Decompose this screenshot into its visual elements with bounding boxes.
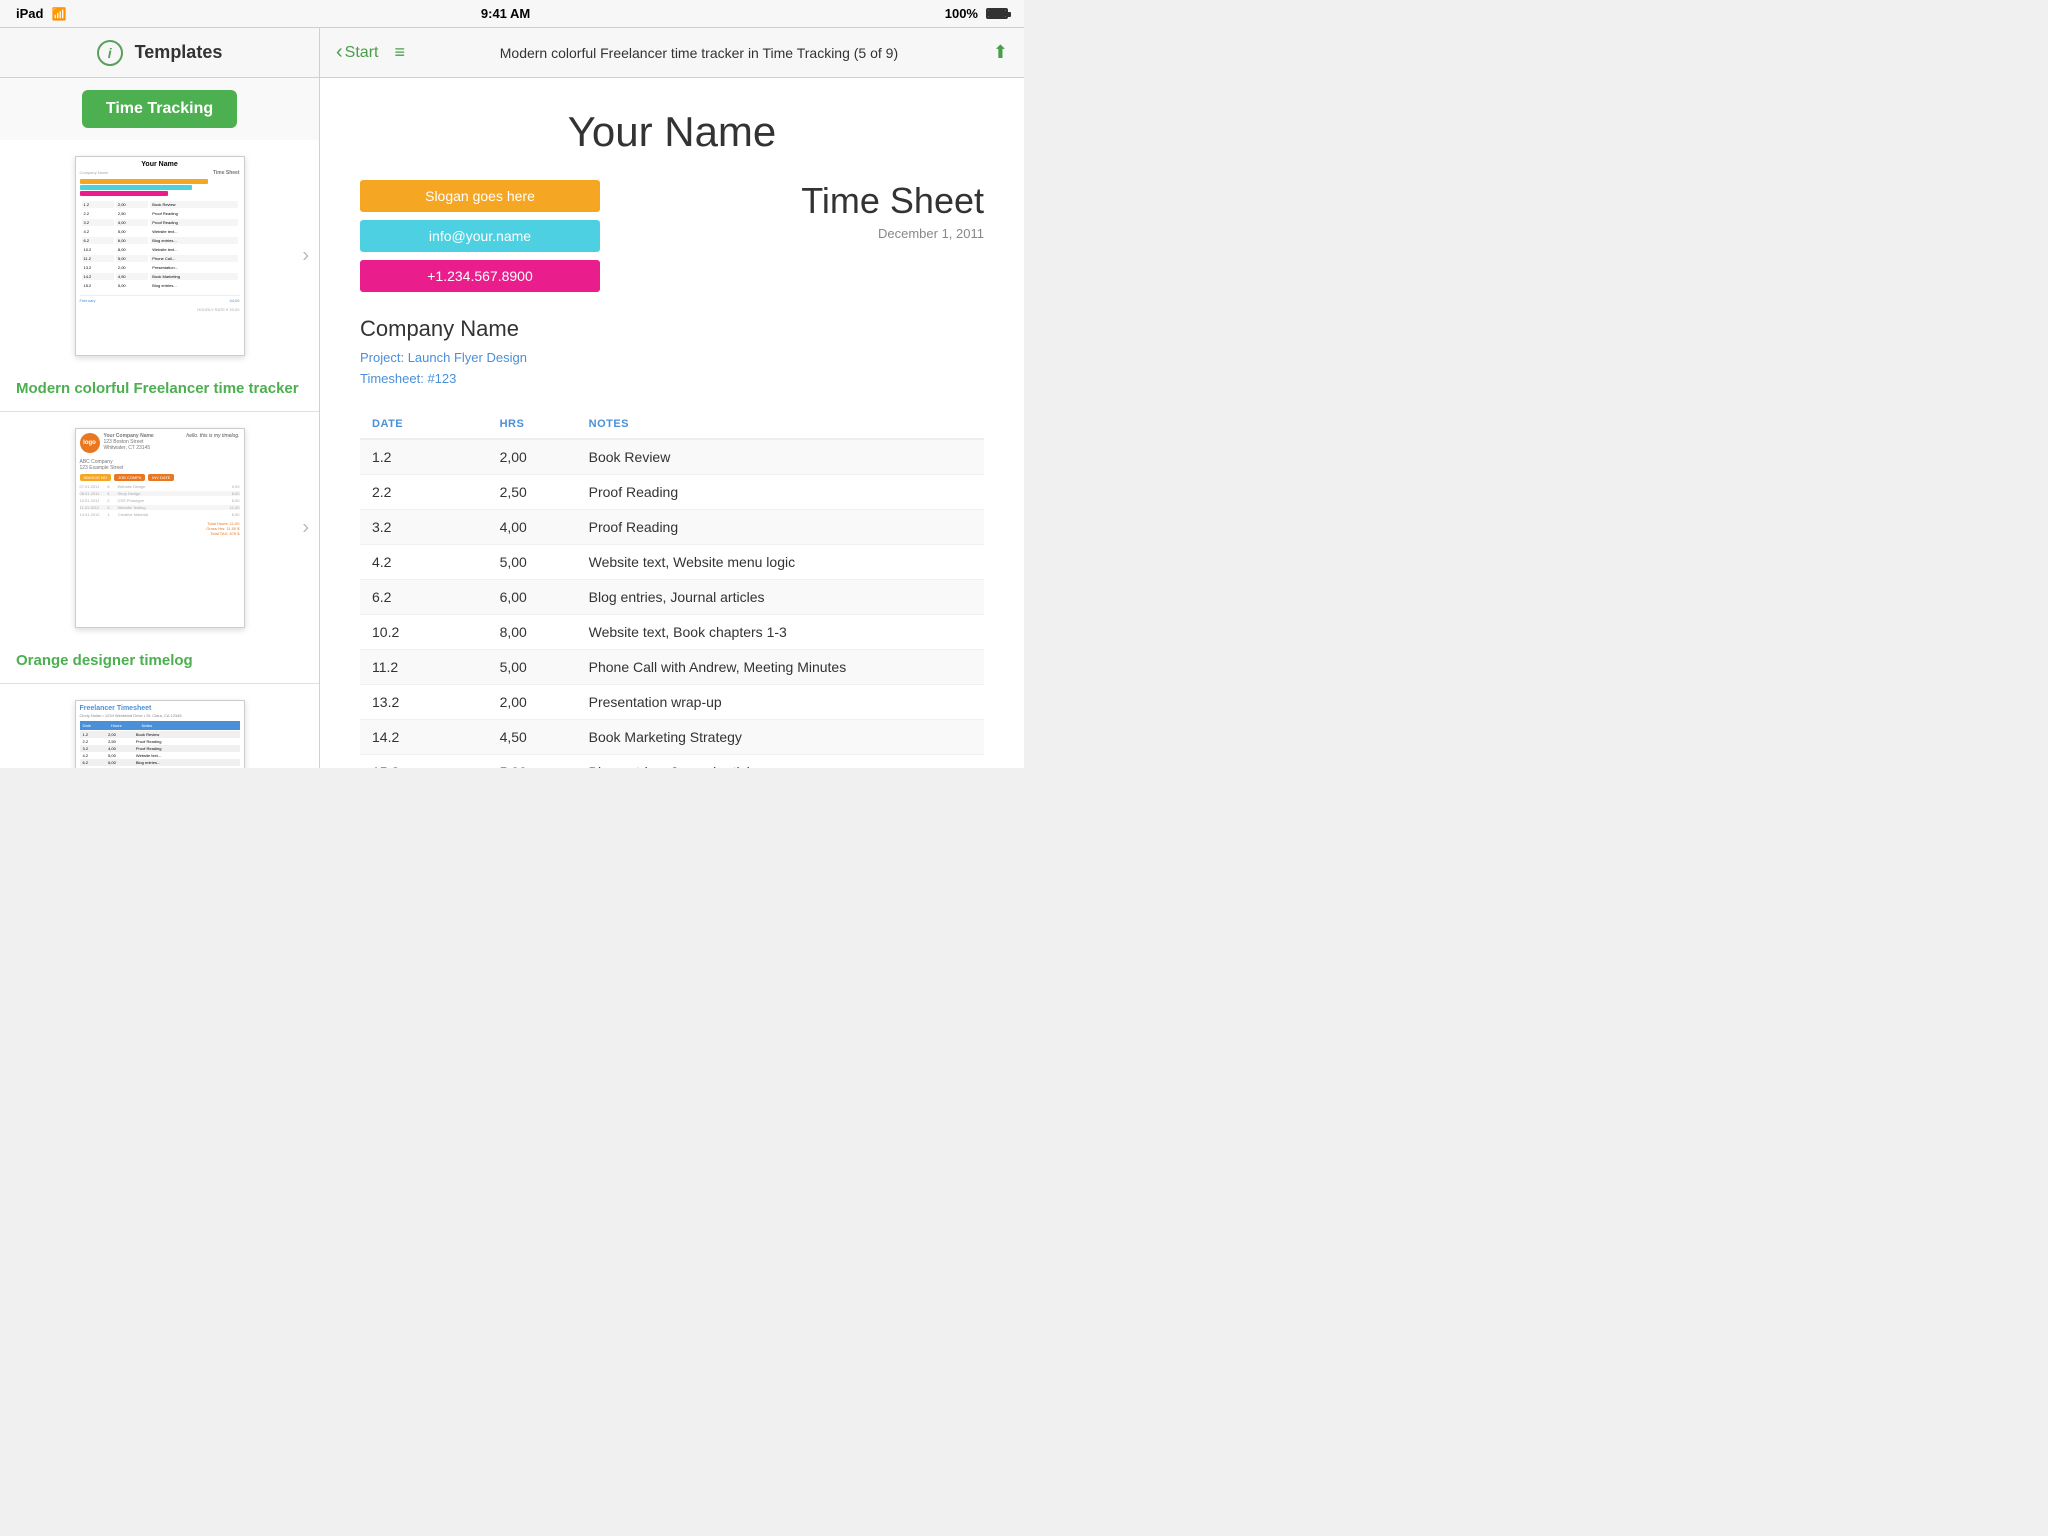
cell-date: 1.2 (360, 439, 488, 475)
project-value: Launch Flyer Design (408, 350, 527, 365)
time-display: 9:41 AM (481, 6, 530, 21)
template-thumbnail-1: Your Name Company Name Time Sheet 1.22,0… (0, 140, 319, 372)
wifi-icon: 📶 (51, 7, 66, 21)
table-row: 6.26,00Blog entries, Journal articles (360, 579, 984, 614)
timesheet-header: Time Sheet December 1, 2011 (801, 180, 984, 241)
cell-notes: Blog entries, Journal articles (577, 579, 984, 614)
cell-date: 6.2 (360, 579, 488, 614)
cell-date: 11.2 (360, 649, 488, 684)
nav-right-panel: ‹ Start ≡ Modern colorful Freelancer tim… (320, 41, 1024, 64)
email-bar: info@your.name (360, 220, 600, 252)
template-thumbnail-2: logo Your Company Name 123 Boston Street… (0, 412, 319, 644)
company-name: Company Name (360, 316, 984, 342)
contact-bars: Slogan goes here info@your.name +1.234.5… (360, 180, 600, 292)
template-label-2: Orange designer timelog (0, 644, 319, 683)
cell-date: 2.2 (360, 474, 488, 509)
phone-bar: +1.234.567.8900 (360, 260, 600, 292)
table-row: 15.25,00Blog entries, Journal articles (360, 754, 984, 768)
template-thumbnail-3: Freelancer Timesheet Cindy Nolan • 1234 … (0, 684, 319, 768)
status-left: iPad 📶 (16, 6, 66, 21)
col-notes: NOTES (577, 410, 984, 439)
nav-bar: i Templates ‹ Start ≡ Modern colorful Fr… (0, 28, 1024, 78)
chevron-right-icon-2: › (302, 517, 309, 540)
table-header-row: DATE HRS NOTES (360, 410, 984, 439)
list-button[interactable]: ≡ (394, 42, 405, 63)
cell-notes: Proof Reading (577, 509, 984, 544)
main-content: Time Tracking Your Name Company Name Tim… (0, 78, 1024, 768)
timesheet-label: Timesheet: (360, 371, 424, 386)
status-right: 100% (945, 6, 1008, 21)
status-bar: iPad 📶 9:41 AM 100% (0, 0, 1024, 28)
template-item-3[interactable]: Freelancer Timesheet Cindy Nolan • 1234 … (0, 684, 319, 768)
cell-notes: Book Review (577, 439, 984, 475)
cell-date: 4.2 (360, 544, 488, 579)
cell-notes: Website text, Book chapters 1-3 (577, 614, 984, 649)
col-date: DATE (360, 410, 488, 439)
table-row: 13.22,00Presentation wrap-up (360, 684, 984, 719)
cell-hrs: 5,00 (488, 754, 577, 768)
table-row: 14.24,50Book Marketing Strategy (360, 719, 984, 754)
cell-notes: Blog entries, Journal articles (577, 754, 984, 768)
cell-date: 3.2 (360, 509, 488, 544)
cell-hrs: 5,00 (488, 544, 577, 579)
cell-notes: Proof Reading (577, 474, 984, 509)
table-row: 3.24,00Proof Reading (360, 509, 984, 544)
battery-icon (986, 8, 1008, 19)
cell-hrs: 2,00 (488, 439, 577, 475)
cell-hrs: 5,00 (488, 649, 577, 684)
thumb-image-2: logo Your Company Name 123 Boston Street… (75, 428, 245, 628)
preview-pane: Your Name Slogan goes here info@your.nam… (320, 78, 1024, 768)
timesheet-meta: Timesheet: #123 (360, 369, 984, 390)
cell-notes: Website text, Website menu logic (577, 544, 984, 579)
cell-notes: Presentation wrap-up (577, 684, 984, 719)
slogan-bar: Slogan goes here (360, 180, 600, 212)
cell-hrs: 4,50 (488, 719, 577, 754)
timesheet-table: DATE HRS NOTES 1.22,00Book Review2.22,50… (360, 410, 984, 768)
chevron-right-icon-1: › (302, 245, 309, 268)
template-item-2[interactable]: logo Your Company Name 123 Boston Street… (0, 412, 319, 684)
cell-date: 15.2 (360, 754, 488, 768)
cell-hrs: 2,00 (488, 684, 577, 719)
cell-notes: Phone Call with Andrew, Meeting Minutes (577, 649, 984, 684)
share-button[interactable]: ⬆ (993, 42, 1008, 63)
project-meta: Project: Launch Flyer Design (360, 348, 984, 369)
template-label-1: Modern colorful Freelancer time tracker (0, 372, 319, 411)
cell-hrs: 6,00 (488, 579, 577, 614)
chevron-left-icon: ‹ (336, 41, 343, 64)
doc-top-section: Slogan goes here info@your.name +1.234.5… (360, 180, 984, 292)
cell-hrs: 2,50 (488, 474, 577, 509)
nav-left-title: Templates (135, 42, 223, 63)
company-section: Company Name Project: Launch Flyer Desig… (360, 316, 984, 390)
cell-hrs: 4,00 (488, 509, 577, 544)
cell-date: 14.2 (360, 719, 488, 754)
col-hrs: HRS (488, 410, 577, 439)
table-row: 2.22,50Proof Reading (360, 474, 984, 509)
cell-date: 10.2 (360, 614, 488, 649)
thumb-image-1: Your Name Company Name Time Sheet 1.22,0… (75, 156, 245, 356)
table-row: 1.22,00Book Review (360, 439, 984, 475)
cell-date: 13.2 (360, 684, 488, 719)
timesheet-num: #123 (427, 371, 456, 386)
thumb-image-3: Freelancer Timesheet Cindy Nolan • 1234 … (75, 700, 245, 768)
ipad-label: iPad (16, 6, 43, 21)
nav-left-panel: i Templates (0, 28, 320, 77)
your-name-heading: Your Name (360, 108, 984, 156)
template-item-1[interactable]: Your Name Company Name Time Sheet 1.22,0… (0, 140, 319, 412)
nav-center-title: Modern colorful Freelancer time tracker … (417, 45, 981, 61)
timesheet-title: Time Sheet (801, 180, 984, 222)
table-row: 11.25,00Phone Call with Andrew, Meeting … (360, 649, 984, 684)
info-button[interactable]: i (97, 40, 123, 66)
back-button[interactable]: ‹ Start (336, 41, 378, 64)
project-label: Project: (360, 350, 404, 365)
table-row: 10.28,00Website text, Book chapters 1-3 (360, 614, 984, 649)
sidebar: Time Tracking Your Name Company Name Tim… (0, 78, 320, 768)
table-row: 4.25,00Website text, Website menu logic (360, 544, 984, 579)
timesheet-date: December 1, 2011 (801, 226, 984, 241)
back-label: Start (345, 44, 379, 62)
battery-percent: 100% (945, 6, 978, 21)
cell-hrs: 8,00 (488, 614, 577, 649)
cell-notes: Book Marketing Strategy (577, 719, 984, 754)
category-button[interactable]: Time Tracking (82, 90, 237, 128)
